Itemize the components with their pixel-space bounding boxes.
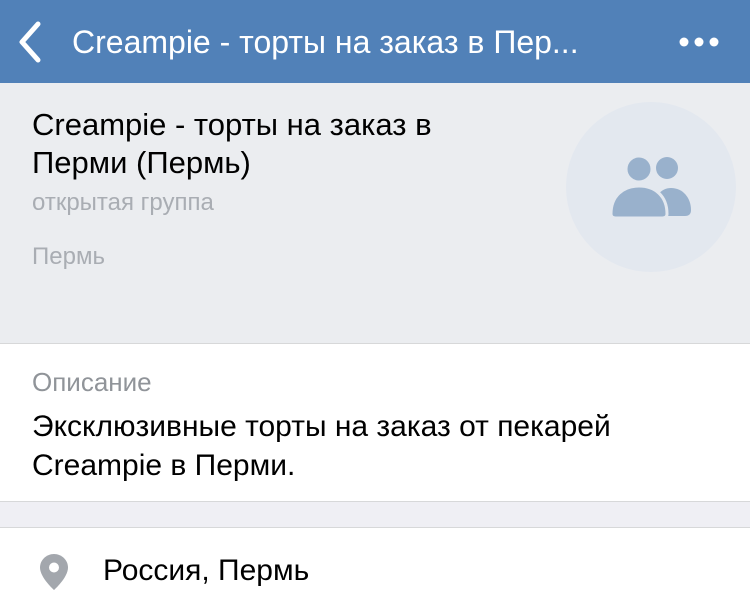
users-icon: [609, 154, 691, 218]
chevron-left-icon: [19, 21, 41, 63]
group-header: Creampie - торты на заказ в Перми (Пермь…: [0, 83, 750, 344]
group-name: Creampie - торты на заказ в Перми (Пермь…: [32, 107, 432, 180]
navigation-bar: Creampie - торты на заказ в Пер...: [0, 0, 750, 83]
group-city: Пермь: [32, 243, 105, 270]
description-text: Эксклюзивные торты на заказ от пекарей C…: [32, 410, 611, 482]
location-text: Россия, Пермь: [103, 554, 310, 587]
group-type: открытая группа: [32, 189, 214, 216]
description-section: Описание Эксклюзивные торты на заказ от …: [0, 344, 750, 501]
section-gap: [0, 502, 750, 527]
more-horizontal-icon: [679, 37, 719, 47]
back-button[interactable]: [14, 20, 50, 64]
more-button[interactable]: [678, 28, 720, 56]
nav-title: Creampie - торты на заказ в Пер...: [72, 24, 579, 60]
location-row[interactable]: Россия, Пермь: [0, 528, 750, 599]
map-pin-icon: [40, 554, 68, 590]
group-avatar[interactable]: [566, 102, 736, 272]
description-label: Описание: [32, 367, 152, 397]
